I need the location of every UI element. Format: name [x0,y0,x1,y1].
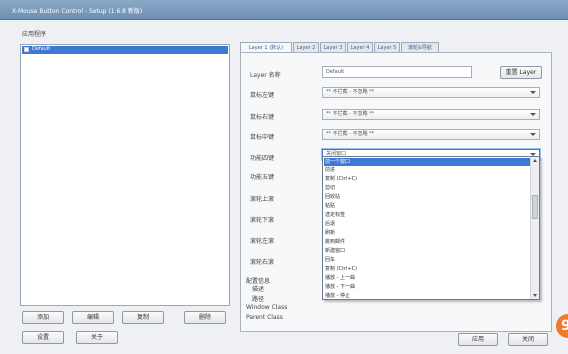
scroll-down-icon[interactable] [533,294,537,297]
left-button-value: ** 不拦截 - 不忽略 ** [326,89,375,95]
dropdown-item[interactable]: 选定标签 [325,211,345,219]
dropdown-item[interactable]: 跳到邮件 [325,238,345,246]
dropdown-scrollbar[interactable] [530,157,539,299]
layer-name-input[interactable]: Default [322,66,472,78]
chevron-down-icon [530,91,536,94]
dropdown-item[interactable]: 剪切 [325,184,335,192]
profile-desc-label: 描述 [252,286,265,293]
about-button[interactable]: 关于 [76,331,118,344]
window-title: X-Mouse Button Control - Setup (1.6.8 新版… [12,8,143,15]
button5-label: 功能五键 [250,174,275,181]
middle-button-value: ** 不拦截 - 不忽略 ** [326,131,375,137]
delete-button[interactable]: 删除 [184,311,226,324]
wheel-right-label: 滚轮右滚 [250,259,275,266]
left-button-select[interactable]: ** 不拦截 - 不忽略 ** [322,87,540,98]
profile-window-class-label: Window Class [246,304,288,311]
checkbox[interactable] [24,47,29,52]
layer-name-label: Layer 名称 [250,72,281,79]
title-bar: X-Mouse Button Control - Setup (1.6.8 新版… [0,0,568,20]
list-item[interactable]: Default [22,46,228,54]
dropdown-item[interactable]: 播放 - 停止 [325,292,350,299]
right-button-label: 鼠标右键 [250,114,275,121]
chevron-down-icon [530,133,536,136]
settings-button[interactable]: 设置 [22,331,64,344]
button4-dropdown-list[interactable]: 前一个窗口 前进 复制 (Ctrl+C) 剪切 回收站 粘贴 选定标签 后退 刷… [322,156,540,300]
reset-layer-button[interactable]: 重置 Layer [500,66,542,79]
right-button-value: ** 不拦截 - 不忽略 ** [326,111,375,117]
apps-heading: 应用程序 [22,31,47,38]
wheel-down-label: 滚轮下滚 [250,217,275,224]
edit-button[interactable]: 编辑 [72,311,114,324]
list-item-label: Default [32,46,51,52]
wheel-up-label: 滚轮上滚 [250,196,275,203]
scroll-thumb[interactable] [532,195,538,219]
dropdown-item[interactable]: 回车 [325,256,335,264]
profile-path-label: 路径 [252,296,265,303]
left-button-label: 鼠标左键 [250,92,275,99]
dropdown-item[interactable]: 回收站 [325,193,340,201]
dropdown-item[interactable]: 前进 [325,166,335,174]
scroll-up-icon[interactable] [533,159,537,162]
copy-button[interactable]: 复制 [122,311,164,324]
wheel-left-label: 滚轮左滚 [250,238,275,245]
dropdown-item[interactable]: 后退 [325,220,335,228]
apps-list[interactable]: Default [20,44,230,306]
dropdown-item[interactable]: 刷新 [325,229,335,237]
dropdown-item[interactable]: 播放 - 下一曲 [325,283,355,291]
middle-button-label: 鼠标中键 [250,134,275,141]
dropdown-item[interactable]: 复制 (Ctrl+C) [325,265,357,273]
middle-button-select[interactable]: ** 不拦截 - 不忽略 ** [322,129,540,140]
profile-parent-class-label: Parent Class [246,314,283,321]
dropdown-item[interactable]: 粘贴 [325,202,335,210]
add-button[interactable]: 添加 [22,311,64,324]
chevron-down-icon [530,113,536,116]
dropdown-item[interactable]: 复制 (Ctrl+C) [325,175,357,183]
dropdown-item[interactable]: 前一个窗口 [324,158,530,166]
close-button[interactable]: 关闭 [508,333,548,346]
right-button-select[interactable]: ** 不拦截 - 不忽略 ** [322,109,540,120]
dropdown-item[interactable]: 新建窗口 [325,247,345,255]
button4-label: 功能四键 [250,155,275,162]
apply-button[interactable]: 应用 [458,333,498,346]
dropdown-item[interactable]: 播放 - 上一曲 [325,274,355,282]
